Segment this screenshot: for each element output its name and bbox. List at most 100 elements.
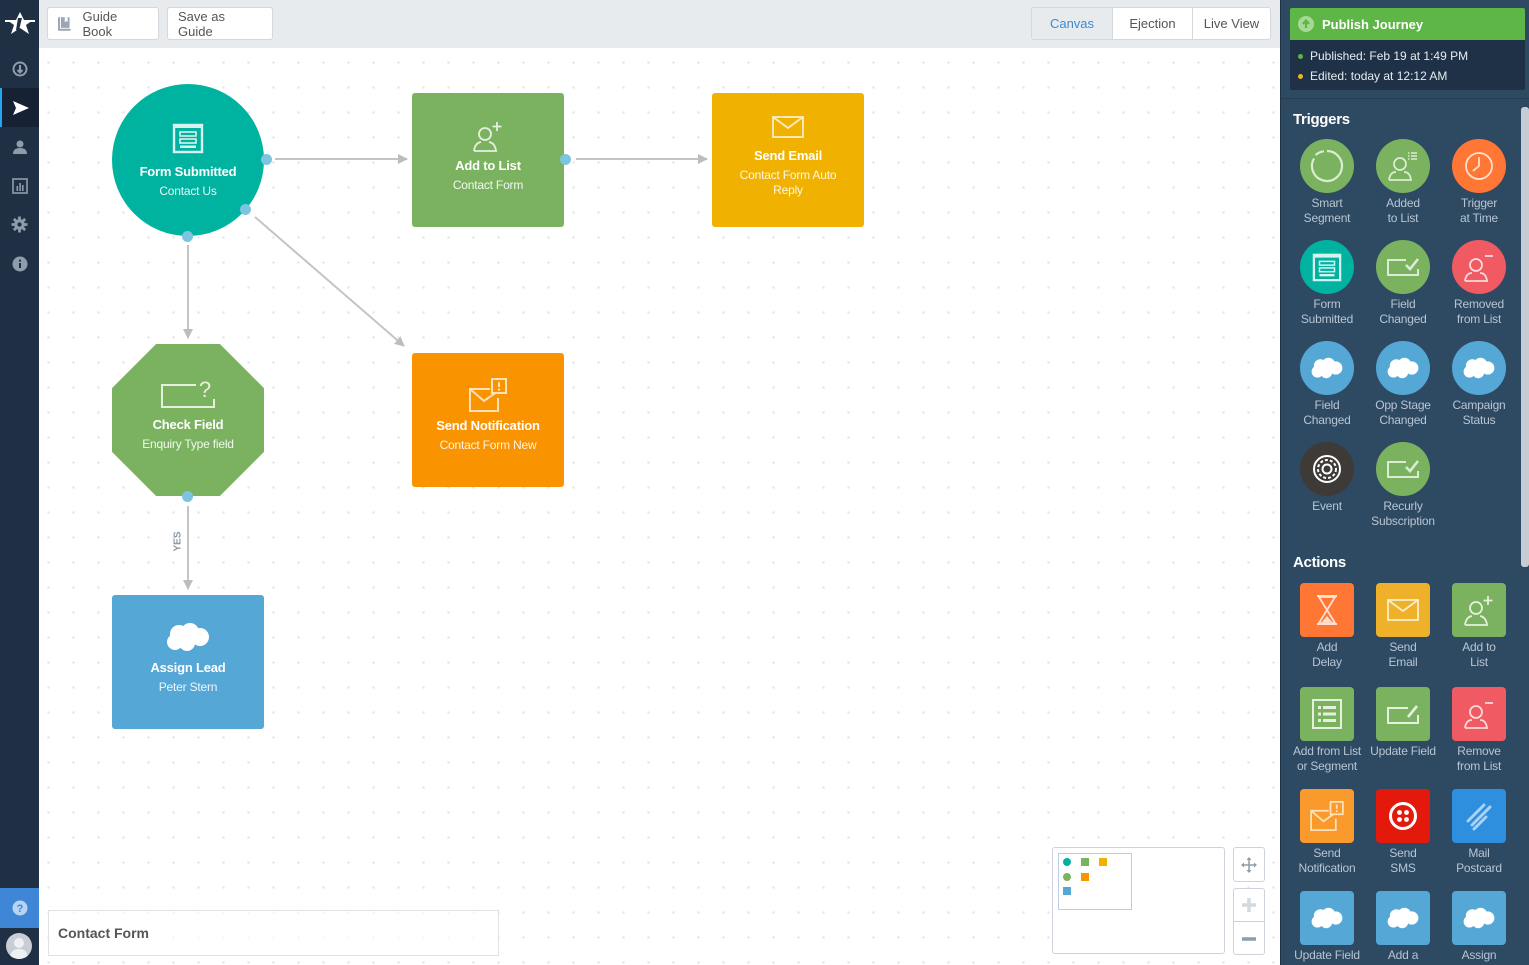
tool-label: Campaign Status <box>1452 398 1506 427</box>
event-wheel-icon <box>1313 455 1341 483</box>
journey-canvas[interactable]: Form Submitted Contact Us Add to List Co… <box>39 48 1280 965</box>
trigger-form-submitted[interactable]: Form Submitted <box>1289 240 1365 327</box>
minimap-viewport[interactable] <box>1058 853 1132 910</box>
nav-contacts[interactable] <box>0 127 39 166</box>
minimap-node <box>1063 873 1071 881</box>
minimap-node <box>1081 858 1089 866</box>
nav-info[interactable] <box>0 244 39 283</box>
trigger-campaign-status[interactable]: Campaign Status <box>1441 341 1517 428</box>
action-add-delay[interactable]: Add Delay <box>1289 583 1365 670</box>
book-icon <box>58 17 71 31</box>
action-add-to-list[interactable]: Add to List <box>1441 583 1517 670</box>
tool-label: Added to List <box>1386 196 1420 225</box>
action-send-email[interactable]: Send Email <box>1365 583 1441 670</box>
app-logo-icon[interactable] <box>0 0 39 46</box>
action-remove-from-list[interactable]: Remove from List <box>1441 687 1517 774</box>
action-add-from-list-or-segment[interactable]: Add from List or Segment <box>1281 687 1373 774</box>
node-assign-lead[interactable]: Assign Lead Peter Stern <box>112 595 264 729</box>
node-add-to-list[interactable]: Add to List Contact Form <box>412 93 564 227</box>
tool-label: Trigger at Time <box>1460 196 1498 225</box>
salesforce-cloud-icon <box>1463 357 1495 379</box>
help-question-icon: ? <box>12 900 27 916</box>
port-form-right[interactable] <box>261 154 272 165</box>
svg-text:?: ? <box>16 903 23 915</box>
edited-text: Edited: today at 12:12 AM <box>1310 69 1448 83</box>
trigger-trigger-at-time[interactable]: Trigger at Time <box>1441 139 1517 226</box>
view-switcher: Canvas Ejection Live View <box>1031 7 1271 40</box>
node-title: Check Field <box>152 417 224 432</box>
action-salesforce-add[interactable]: Add a <box>1365 891 1441 963</box>
tool-label: Field Changed <box>1379 297 1427 326</box>
panel-scrollbar[interactable] <box>1521 107 1529 567</box>
help-button[interactable]: ? <box>0 888 39 928</box>
minimap-node <box>1063 887 1071 895</box>
envelope-icon <box>1387 599 1419 621</box>
hourglass-icon <box>1317 595 1337 625</box>
action-send-sms[interactable]: Send SMS <box>1365 789 1441 876</box>
tab-canvas[interactable]: Canvas <box>1032 8 1112 39</box>
port-form-diagonal[interactable] <box>240 204 251 215</box>
add-person-icon <box>473 122 502 152</box>
info-icon <box>12 256 27 271</box>
action-salesforce-assign[interactable]: Assign <box>1441 891 1517 963</box>
action-update-field[interactable]: Update Field <box>1365 687 1441 759</box>
port-checkfield-bottom[interactable] <box>182 491 193 502</box>
nav-journeys[interactable] <box>0 88 39 127</box>
node-send-email[interactable]: Send Email Contact Form Auto Reply <box>712 93 864 227</box>
action-mail-postcard[interactable]: Mail Postcard <box>1441 789 1517 876</box>
node-title: Send Notification <box>436 418 540 433</box>
plus-icon <box>1242 898 1256 912</box>
port-addlist-right[interactable] <box>560 154 571 165</box>
node-send-notification[interactable]: Send Notification Contact Form New <box>412 353 564 487</box>
app: ? Guide Book Save as Guide Canvas Ejecti… <box>0 0 1529 965</box>
save-as-guide-button[interactable]: Save as Guide <box>167 7 273 40</box>
trigger-recurly-subscription[interactable]: Recurly Subscription <box>1357 442 1449 529</box>
published-text: Published: Feb 19 at 1:49 PM <box>1310 49 1469 63</box>
left-nav: ? <box>0 0 39 965</box>
pan-button[interactable] <box>1234 848 1264 881</box>
minimap[interactable] <box>1052 847 1225 954</box>
tab-live-view[interactable]: Live View <box>1192 8 1270 39</box>
nav-dashboard[interactable] <box>0 49 39 88</box>
trigger-smart-segment[interactable]: Smart Segment <box>1289 139 1365 226</box>
journey-name-field[interactable]: Contact Form <box>48 910 499 956</box>
field-edit-icon <box>1387 705 1419 724</box>
envelope-icon <box>772 116 804 138</box>
twilio-icon <box>1389 802 1417 830</box>
field-check-icon <box>1387 258 1420 276</box>
list-icon <box>1312 699 1342 729</box>
trigger-opp-stage-changed[interactable]: Opp Stage Changed <box>1365 341 1441 428</box>
action-salesforce-update-field[interactable]: Update Field <box>1289 891 1365 963</box>
user-avatar[interactable] <box>6 933 32 959</box>
node-title: Form Submitted <box>139 163 237 179</box>
tool-label: Update Field <box>1370 744 1436 758</box>
save-as-guide-label: Save as Guide <box>178 8 225 39</box>
action-send-notification[interactable]: Send Notification <box>1289 789 1365 876</box>
port-form-bottom[interactable] <box>182 231 193 242</box>
node-subtitle: Contact Form <box>452 178 524 192</box>
add-person-icon <box>1464 596 1493 626</box>
edge-form-to-notification[interactable] <box>254 216 405 347</box>
trigger-salesforce-field-changed[interactable]: Field Changed <box>1289 341 1365 428</box>
trigger-field-changed[interactable]: Field Changed <box>1365 240 1441 327</box>
salesforce-cloud-icon <box>1387 907 1419 929</box>
dashboard-icon <box>12 61 27 76</box>
zoom-in-button[interactable] <box>1234 889 1264 922</box>
trigger-removed-from-list[interactable]: Removed from List <box>1441 240 1517 327</box>
top-toolbar: Guide Book Save as Guide Canvas Ejection… <box>39 0 1280 48</box>
nav-settings[interactable] <box>0 205 39 244</box>
zoom-out-button[interactable] <box>1234 922 1264 955</box>
divider <box>1281 98 1529 99</box>
added-to-list-icon <box>1388 152 1417 181</box>
clock-icon <box>1465 152 1493 180</box>
tab-ejection[interactable]: Ejection <box>1112 8 1192 39</box>
tool-label: Event <box>1312 499 1342 513</box>
node-subtitle: Peter Stern <box>158 680 218 694</box>
guide-book-button[interactable]: Guide Book <box>47 7 159 40</box>
trigger-event[interactable]: Event <box>1289 442 1365 514</box>
trigger-added-to-list[interactable]: Added to List <box>1365 139 1441 226</box>
tool-label: Recurly Subscription <box>1371 499 1435 528</box>
node-check-field[interactable]: ? Check Field Enquiry Type field <box>112 344 264 496</box>
publish-journey-button[interactable]: Publish Journey <box>1290 8 1525 40</box>
nav-reports[interactable] <box>0 166 39 205</box>
